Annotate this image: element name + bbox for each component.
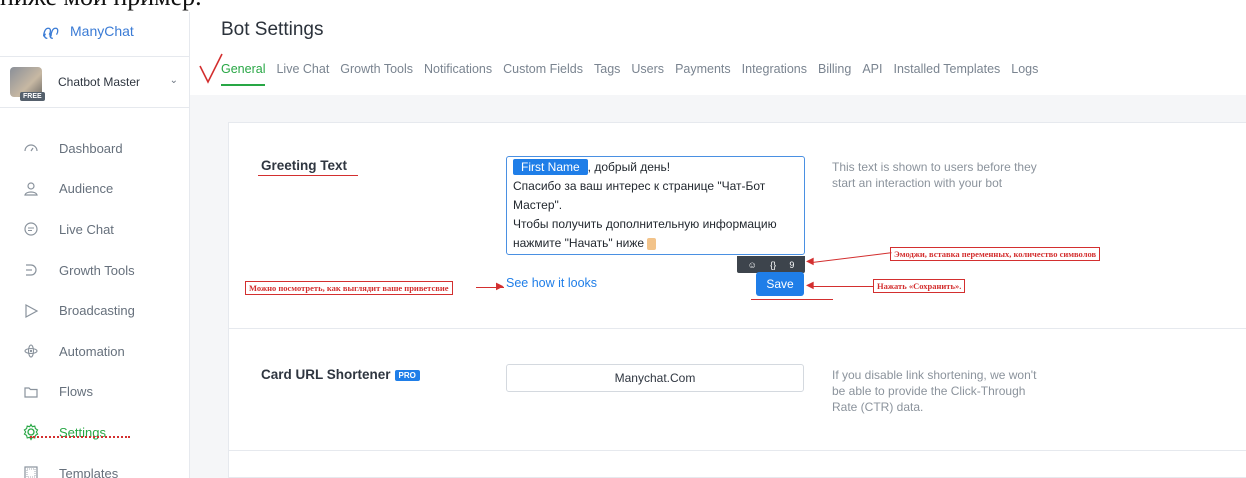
tab-growth-tools[interactable]: Growth Tools (340, 62, 413, 76)
tab-tags[interactable]: Tags (594, 62, 620, 76)
annotation-emoji-note: Эмоджи, вставка переменных, количество с… (890, 247, 1101, 261)
variable-insert-icon[interactable]: {} (770, 260, 776, 270)
sidebar-item-label: Growth Tools (59, 262, 135, 278)
gear-icon (22, 423, 40, 442)
help-line: be able to provide the Click-Through (832, 384, 1026, 398)
sidebar-item-label: Flows (59, 384, 93, 400)
divider (228, 328, 1246, 329)
arrow-head-icon: ◀ (806, 256, 814, 267)
avatar: FREE (10, 67, 45, 101)
annotation-save-note: Нажать «Сохранить». (873, 279, 966, 293)
tab-payments[interactable]: Payments (675, 62, 731, 76)
sidebar-item-label: Audience (59, 181, 114, 197)
hand-down-emoji-icon (647, 237, 657, 250)
broadcast-icon (22, 302, 40, 320)
greeting-text-label: Greeting Text (261, 158, 348, 173)
account-switcher[interactable]: FREE Chatbot Master ⌄ (10, 67, 180, 101)
first-name-variable-chip[interactable]: First Name (513, 159, 588, 175)
divider (0, 56, 190, 57)
greeting-line: Спасибо за ваш интерес к странице "Чат-Б… (513, 179, 766, 193)
url-shortener-help-text: If you disable link shortening, we won't… (832, 367, 1036, 415)
tab-api[interactable]: API (862, 62, 882, 76)
tab-general[interactable]: General (221, 62, 265, 76)
templates-icon (22, 464, 40, 478)
tab-notifications[interactable]: Notifications (424, 62, 492, 76)
brand-name: ManyChat (70, 23, 134, 39)
manychat-logo-icon (43, 27, 59, 39)
sidebar-item-automation[interactable]: Automation (0, 331, 190, 372)
sidebar-item-settings[interactable]: Settings (0, 412, 190, 453)
sidebar-item-flows[interactable]: Flows (0, 372, 190, 413)
annotation-underline (30, 436, 130, 438)
url-shortener-input[interactable]: Manychat.Com (506, 364, 804, 392)
dashboard-icon (22, 139, 40, 157)
brand[interactable]: ManyChat (40, 20, 134, 42)
tab-logs[interactable]: Logs (1011, 62, 1038, 76)
sidebar-item-growth-tools[interactable]: Growth Tools (0, 250, 190, 291)
section-label-text: Card URL Shortener (261, 367, 391, 382)
character-count: 9 (789, 259, 795, 270)
greeting-line: Чтобы получить дополнительную информацию (513, 217, 777, 231)
sidebar-item-audience[interactable]: Audience (0, 169, 190, 210)
greeting-line: , добрый день! (587, 160, 671, 174)
emoji-icon[interactable]: ☺ (748, 260, 757, 270)
pro-badge: PRO (394, 369, 420, 381)
sidebar-item-label: Automation (59, 343, 125, 359)
tab-integrations[interactable]: Integrations (742, 62, 807, 76)
tab-users[interactable]: Users (631, 62, 664, 76)
folder-icon (22, 383, 40, 401)
sidebar-item-templates[interactable]: Templates (0, 453, 190, 478)
annotation-underline (751, 299, 833, 300)
sidebar: ManyChat FREE Chatbot Master ⌄ Dashboard… (0, 12, 190, 478)
help-line: This text is shown to users before they (832, 160, 1037, 174)
annotation-underline (258, 174, 358, 176)
cropped-caption-text: ниже мой пример. (0, 0, 202, 12)
audience-icon (22, 180, 40, 198)
arrow-head-icon: ▶ (496, 281, 504, 292)
sidebar-item-label: Dashboard (59, 140, 123, 156)
help-line: Rate (CTR) data. (832, 400, 924, 414)
chat-icon (22, 220, 40, 238)
card-url-shortener-label: Card URL Shortener PRO (261, 367, 420, 382)
automation-icon (22, 342, 40, 360)
greeting-line: Мастер". (513, 198, 563, 212)
tab-installed-templates[interactable]: Installed Templates (894, 62, 1001, 76)
page-title: Bot Settings (221, 19, 324, 40)
greeting-help-text: This text is shown to users before they … (832, 159, 1037, 191)
sidebar-item-live-chat[interactable]: Live Chat (0, 209, 190, 250)
account-name: Chatbot Master (58, 75, 141, 89)
tab-custom-fields[interactable]: Custom Fields (503, 62, 583, 76)
help-line: start an interaction with your bot (832, 176, 1003, 190)
sidebar-nav: Dashboard Audience Live Chat Growth Tool… (0, 128, 190, 478)
tab-live-chat[interactable]: Live Chat (276, 62, 329, 76)
annotation-arrow (812, 286, 874, 287)
editor-toolbar: ☺ {} 9 (737, 256, 805, 273)
greeting-line: нажмите "Начать" ниже (513, 236, 645, 250)
annotation-preview-note: Можно посмотреть, как выглядит ваше прив… (245, 281, 453, 295)
help-line: If you disable link shortening, we won't (832, 368, 1037, 382)
divider (0, 107, 190, 108)
sidebar-item-label: Live Chat (59, 221, 114, 237)
save-button[interactable]: Save (756, 272, 804, 296)
plan-badge: FREE (20, 92, 45, 101)
sidebar-item-broadcasting[interactable]: Broadcasting (0, 290, 190, 331)
settings-tabs: General Live Chat Growth Tools Notificat… (221, 62, 1049, 76)
sidebar-item-label: Broadcasting (59, 303, 135, 319)
arrow-head-icon: ◀ (806, 280, 814, 291)
divider (228, 450, 1246, 451)
tab-billing[interactable]: Billing (818, 62, 851, 76)
see-how-it-looks-link[interactable]: See how it looks (506, 276, 597, 290)
active-tab-indicator (221, 84, 265, 86)
sidebar-item-label: Templates (59, 465, 119, 478)
growth-icon (22, 261, 40, 279)
greeting-text-editor[interactable]: First Name, добрый день! Спасибо за ваш … (506, 156, 805, 255)
chevron-down-icon: ⌄ (169, 75, 178, 86)
sidebar-item-dashboard[interactable]: Dashboard (0, 128, 190, 169)
